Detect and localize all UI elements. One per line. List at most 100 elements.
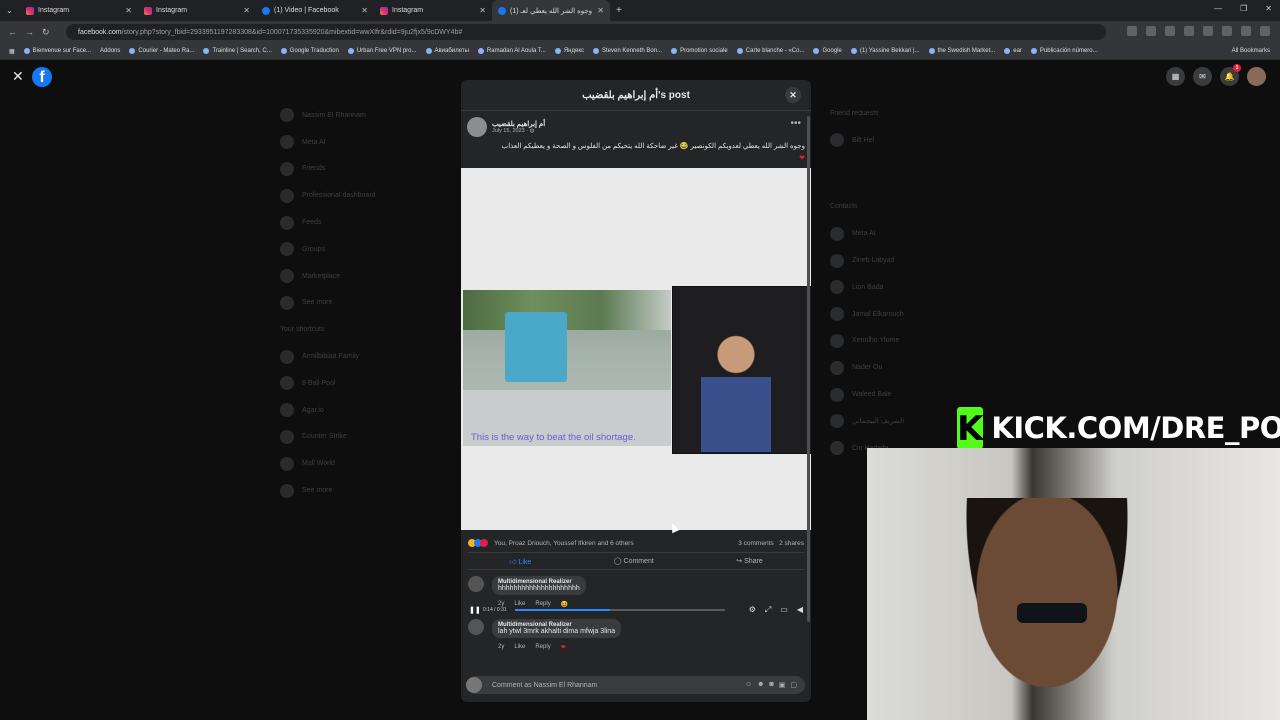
nav-item[interactable]: Mall World — [280, 450, 450, 477]
extension-icon[interactable] — [1127, 26, 1137, 36]
nav-item[interactable]: Agar.io — [280, 397, 450, 424]
puzzle-icon[interactable] — [1203, 26, 1213, 36]
bookmark-item[interactable]: Авиабилеты — [425, 48, 469, 54]
bookmark-item[interactable]: Promotion sociale — [671, 48, 728, 54]
reload-icon[interactable]: ↻ — [42, 27, 50, 38]
nav-item[interactable]: See more — [280, 290, 450, 317]
nav-item[interactable]: Armilbibiaa Family — [280, 343, 450, 370]
post-date[interactable]: July 15, 2023 · — [492, 128, 530, 134]
minimize-icon[interactable]: — — [1214, 4, 1222, 13]
video-player[interactable]: This is the way to beat the oil shortage… — [461, 168, 811, 614]
video-progress-bar[interactable] — [515, 609, 725, 611]
bookmark-item[interactable]: Publicación número... — [1030, 48, 1098, 54]
bookmark-item[interactable]: (1) Yassine Bekkari |... — [850, 48, 920, 54]
tab-facebook-video[interactable]: (1) Video | Facebook ✕ — [256, 0, 374, 21]
profile-icon[interactable] — [1241, 26, 1251, 36]
reactions-text[interactable]: You, Proaz Driouch, Youssef Ifkiren and … — [494, 540, 634, 547]
nav-item[interactable]: Feeds — [280, 209, 450, 236]
comment-like-link[interactable]: Like — [514, 601, 525, 608]
contact-item[interactable]: Zineb Labyad — [830, 247, 1000, 274]
menu-icon[interactable] — [1260, 26, 1270, 36]
nav-item[interactable]: Friends — [280, 156, 450, 183]
close-viewer-icon[interactable]: ✕ — [12, 68, 24, 85]
volume-icon[interactable]: ◀ — [797, 605, 803, 615]
comments-count[interactable]: 3 comments — [738, 540, 773, 547]
avatar[interactable] — [468, 619, 484, 635]
menu-grid-icon[interactable]: ▦ — [1166, 67, 1185, 86]
gif-icon[interactable]: ▣ — [779, 681, 786, 689]
comment-button[interactable]: ◯ Comment — [614, 557, 654, 565]
extension-icon[interactable] — [1184, 26, 1194, 36]
bookmark-item[interactable]: ear — [1004, 48, 1022, 54]
avatar-sticker-icon[interactable]: ☺ — [745, 681, 752, 689]
close-modal-button[interactable]: ✕ — [785, 87, 801, 103]
contact-item[interactable]: Meta AI — [830, 220, 1000, 247]
bookmark-item[interactable]: Courier - Mateo Ra... — [129, 48, 194, 54]
restore-icon[interactable]: ❐ — [1240, 4, 1247, 13]
bookmark-item[interactable]: Trainline | Search, C... — [203, 48, 272, 54]
nav-item[interactable]: Counter Strike — [280, 424, 450, 451]
messenger-icon[interactable]: ✉ — [1193, 67, 1212, 86]
author-name[interactable]: أم إبراهيم بلقضيب — [492, 120, 545, 128]
avatar[interactable] — [1247, 67, 1266, 86]
bookmark-item[interactable]: Google — [813, 48, 842, 54]
bookmark-item[interactable]: Addons — [100, 48, 120, 54]
forward-icon[interactable]: → — [25, 27, 34, 37]
close-tab-icon[interactable]: ✕ — [479, 6, 486, 15]
tab-list-button[interactable]: ⌄ — [0, 0, 20, 21]
all-bookmarks-link[interactable]: All Bookmarks — [1232, 48, 1270, 54]
bookmark-item[interactable]: Urban Free VPN pro... — [347, 48, 417, 54]
avatar[interactable] — [467, 117, 487, 137]
bookmark-item[interactable]: Ramadan Al Aoula T... — [477, 48, 546, 54]
comment-age[interactable]: 2y — [498, 644, 504, 651]
bookmark-item[interactable]: the Swedish Market... — [928, 48, 995, 54]
shares-count[interactable]: 2 shares — [779, 540, 804, 547]
contact-item[interactable]: Jamal Elkarouch — [830, 301, 1000, 328]
nav-item[interactable]: 8 Ball Pool — [280, 370, 450, 397]
comment-reply-link[interactable]: Reply — [535, 644, 550, 651]
close-tab-icon[interactable]: ✕ — [243, 6, 250, 15]
tab-instagram-3[interactable]: Instagram ✕ — [374, 0, 492, 21]
close-tab-icon[interactable]: ✕ — [361, 6, 368, 15]
camera-icon[interactable]: ◙ — [770, 681, 774, 689]
pause-icon[interactable]: ❚❚ — [469, 606, 481, 614]
settings-gear-icon[interactable]: ⚙ — [749, 605, 756, 615]
facebook-logo-icon[interactable]: f — [32, 67, 52, 87]
tab-facebook-post[interactable]: (1) وجوه الشر الله يعطي لعـ ✕ — [492, 0, 610, 21]
picture-in-picture-icon[interactable]: ▭ — [780, 605, 788, 615]
nav-item[interactable]: See more — [280, 477, 450, 504]
tab-instagram-1[interactable]: Instagram ✕ — [20, 0, 138, 21]
comment-input[interactable]: Comment as Nassim El Rhannam ☺ ☻ ◙ ▣ ▢ — [466, 676, 805, 694]
modal-scrollbar[interactable] — [807, 116, 810, 622]
nav-item[interactable]: Nassim El Rhannam — [280, 102, 450, 129]
emoji-icon[interactable]: ☻ — [757, 681, 764, 689]
nav-item[interactable]: Groups — [280, 236, 450, 263]
notifications-icon[interactable]: 🔔 1 — [1220, 64, 1241, 86]
share-button[interactable]: ↪ Share — [736, 557, 763, 565]
close-tab-icon[interactable]: ✕ — [125, 6, 132, 15]
url-input[interactable]: facebook.com/story.php?story_fbid=293395… — [66, 24, 1106, 40]
close-window-icon[interactable]: ✕ — [1265, 4, 1272, 13]
back-icon[interactable]: ← — [8, 27, 17, 37]
contact-item[interactable]: Lion Bada — [830, 274, 1000, 301]
like-button[interactable]: 👍︎ Like — [509, 557, 531, 566]
sticker-icon[interactable]: ▢ — [790, 681, 797, 689]
apps-icon[interactable]: ▦ — [9, 48, 15, 55]
bookmark-item[interactable]: Google Traduction — [280, 48, 339, 54]
bookmark-item[interactable]: Яндекс — [554, 48, 584, 54]
comment-reply-link[interactable]: Reply — [535, 601, 550, 608]
contact-item[interactable]: Nader Ou — [830, 354, 1000, 381]
friend-request[interactable]: Bilt Hel — [830, 127, 1000, 154]
comment-age[interactable]: 2y — [498, 601, 504, 608]
bookmark-item[interactable]: Bienvenue sur Face... — [23, 48, 91, 54]
contact-item[interactable]: Xenolho Ylome — [830, 328, 1000, 355]
star-icon[interactable] — [1146, 26, 1156, 36]
extension-icon[interactable] — [1165, 26, 1175, 36]
expand-icon[interactable]: ⤢ — [765, 605, 771, 615]
bookmark-item[interactable]: Steven Kenneth Bon... — [593, 48, 662, 54]
tab-instagram-2[interactable]: Instagram ✕ — [138, 0, 256, 21]
more-options-icon[interactable]: ••• — [790, 118, 801, 129]
download-icon[interactable] — [1222, 26, 1232, 36]
new-tab-button[interactable]: + — [610, 0, 628, 21]
comment-like-link[interactable]: Like — [514, 644, 525, 651]
